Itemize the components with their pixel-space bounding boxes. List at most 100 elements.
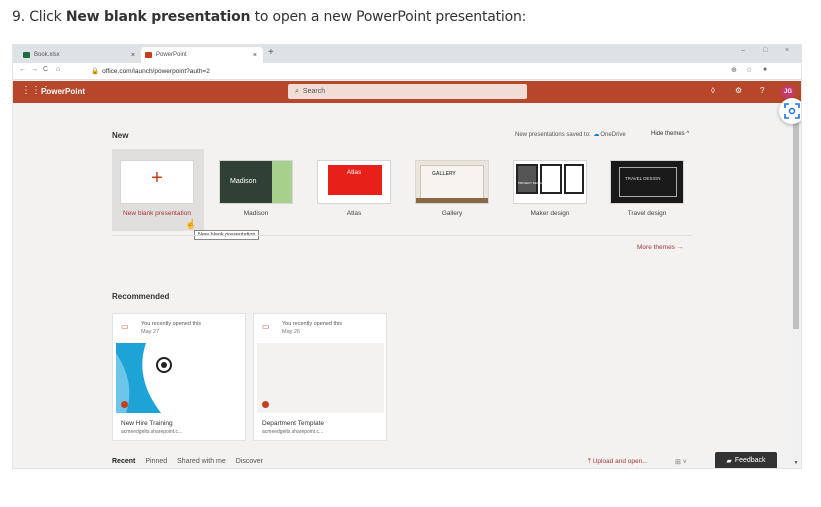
new-section-title: New (112, 131, 129, 140)
browser-tab-powerpoint[interactable]: PowerPoint × (141, 47, 263, 63)
upload-icon: ⤒ (588, 458, 591, 465)
more-themes-link[interactable]: More themes → (637, 244, 683, 251)
tab-label: Book.xlsx (34, 52, 60, 58)
template-label-madison[interactable]: Madison (211, 210, 301, 217)
new-blank-presentation-thumbnail[interactable]: + (120, 160, 194, 204)
view-toggle-button[interactable]: ⊞ ˅ (675, 458, 687, 466)
scrollbar[interactable]: ▲ ▼ (792, 111, 800, 466)
file-thumbnail (257, 343, 384, 413)
file-tabs: Recent Pinned Shared with me Discover (112, 458, 263, 465)
template-label-gallery[interactable]: Gallery (407, 210, 497, 217)
opened-text: You recently opened this (282, 321, 343, 327)
file-thumbnail (116, 343, 243, 413)
upload-button[interactable]: ⤒ Upload and open... (588, 458, 648, 466)
close-icon[interactable]: × (253, 52, 257, 59)
instruction-suffix: to open a new PowerPoint presentation: (250, 9, 527, 25)
template-label-maker[interactable]: Maker design (505, 210, 595, 217)
screen-capture-button[interactable] (779, 98, 801, 124)
hand-cursor-icon: ☝ (185, 219, 197, 229)
madison-accent (272, 161, 292, 203)
template-label-blank[interactable]: New blank presentation (112, 210, 202, 217)
tab-pinned[interactable]: Pinned (145, 458, 167, 465)
opened-text: You recently opened this (141, 321, 202, 327)
browser-tabstrip: Book.xlsx × PowerPoint × + – □ × (13, 45, 801, 63)
screenshot-frame: Book.xlsx × PowerPoint × + – □ × ← → C ⌂… (12, 44, 802, 469)
new-tab-button[interactable]: + (268, 47, 274, 58)
chevron-up-icon: ^ (686, 131, 690, 137)
file-location: acmeedgelts.sharepoint.c... (121, 429, 183, 435)
diamond-icon[interactable]: ◊ (711, 86, 715, 95)
app-name[interactable]: PowerPoint (41, 87, 85, 96)
zoom-icon[interactable]: ⊕ (731, 66, 737, 74)
help-icon[interactable]: ? (760, 86, 764, 95)
opened-date: May 26 (282, 329, 301, 335)
powerpoint-icon (262, 401, 269, 408)
gallery-thumb-text: GALLERY (432, 171, 456, 177)
feedback-button[interactable]: ▰ Feedback (715, 452, 777, 468)
tab-recent[interactable]: Recent (112, 458, 135, 465)
maximize-button[interactable]: □ (763, 47, 767, 54)
gallery-thumbnail[interactable]: GALLERY (415, 160, 489, 204)
address-bar: ← → C ⌂ 🔒 office.com/launch/powerpoint?au… (13, 63, 801, 80)
recommended-card[interactable]: ▭ You recently opened this May 27 New Hi… (112, 313, 246, 441)
search-icon: ⌕ (295, 87, 299, 95)
close-icon[interactable]: × (131, 52, 135, 59)
tutorial-page: 9. Click New blank presentation to open … (0, 0, 821, 507)
gear-icon[interactable]: ⚙ (735, 86, 742, 95)
hide-themes-link[interactable]: Hide themes ^ (651, 131, 689, 137)
swoosh-graphic (116, 343, 172, 413)
maker-design-thumbnail[interactable]: PROJECT DESIGN (513, 160, 587, 204)
home-icon[interactable]: ⌂ (56, 66, 60, 73)
tab-discover[interactable]: Discover (236, 458, 263, 465)
saved-prefix: New presentations saved to: (515, 132, 591, 138)
maker-panel-3 (564, 164, 584, 194)
powerpoint-icon (145, 52, 152, 58)
app-header: ⋮⋮⋮ PowerPoint ⌕ Search ◊ ⚙ ? JG (13, 81, 801, 103)
recommended-card[interactable]: ▭ You recently opened this May 26 Depart… (253, 313, 387, 441)
travel-design-thumbnail[interactable]: TRAVEL DESIGN (610, 160, 684, 204)
template-label-atlas[interactable]: Atlas (309, 210, 399, 217)
powerpoint-icon (121, 401, 128, 408)
star-icon[interactable]: ☆ (746, 66, 752, 74)
window-close-button[interactable]: × (785, 47, 789, 54)
browser-tab-book[interactable]: Book.xlsx × (19, 47, 141, 63)
maker-panel-1 (516, 164, 538, 194)
tab-label: PowerPoint (156, 52, 187, 58)
onedrive-icon: ☁ (593, 132, 600, 138)
file-name: Department Template (262, 420, 325, 427)
forward-icon[interactable]: → (31, 66, 38, 73)
atlas-thumbnail[interactable]: Atlas (317, 160, 391, 204)
folder-open-icon: ▭ (121, 322, 129, 331)
madison-thumb-text: Madison (230, 178, 257, 185)
section-divider (112, 235, 692, 236)
folder-open-icon: ▭ (262, 322, 270, 331)
more-themes-label: More themes (637, 244, 675, 251)
madison-thumbnail[interactable]: Madison (219, 160, 293, 204)
scrollbar-thumb[interactable] (793, 119, 799, 329)
url-field[interactable]: 🔒 office.com/launch/powerpoint?auth=2 (91, 67, 210, 75)
save-location[interactable]: New presentations saved to: ☁OneDrive (515, 131, 626, 138)
scan-icon (784, 103, 800, 119)
feedback-label: Feedback (734, 457, 766, 464)
plus-icon: + (151, 167, 163, 189)
feedback-icon: ▰ (726, 457, 732, 465)
scroll-down-icon[interactable]: ▼ (792, 460, 800, 466)
minimize-button[interactable]: – (741, 47, 745, 54)
back-icon[interactable]: ← (19, 66, 26, 73)
search-input[interactable]: ⌕ Search (288, 84, 527, 99)
reload-icon[interactable]: C (43, 66, 48, 73)
travel-frame (619, 167, 677, 197)
travel-thumb-text: TRAVEL DESIGN (625, 176, 661, 181)
maker-panel-2 (540, 164, 562, 194)
url-text: office.com/launch/powerpoint?auth=2 (102, 68, 210, 75)
template-label-travel[interactable]: Travel design (602, 210, 692, 217)
opened-date: May 27 (141, 329, 160, 335)
profile-icon[interactable]: ● (763, 66, 767, 73)
tab-shared[interactable]: Shared with me (177, 458, 226, 465)
instruction-bold: New blank presentation (65, 9, 251, 25)
saved-target: OneDrive (600, 132, 626, 138)
instruction-prefix: 9. Click (12, 9, 66, 25)
file-location: acmeedgelts.sharepoint.c... (262, 429, 324, 435)
avatar[interactable]: JG (781, 85, 795, 99)
atlas-thumb-text: Atlas (346, 169, 362, 176)
